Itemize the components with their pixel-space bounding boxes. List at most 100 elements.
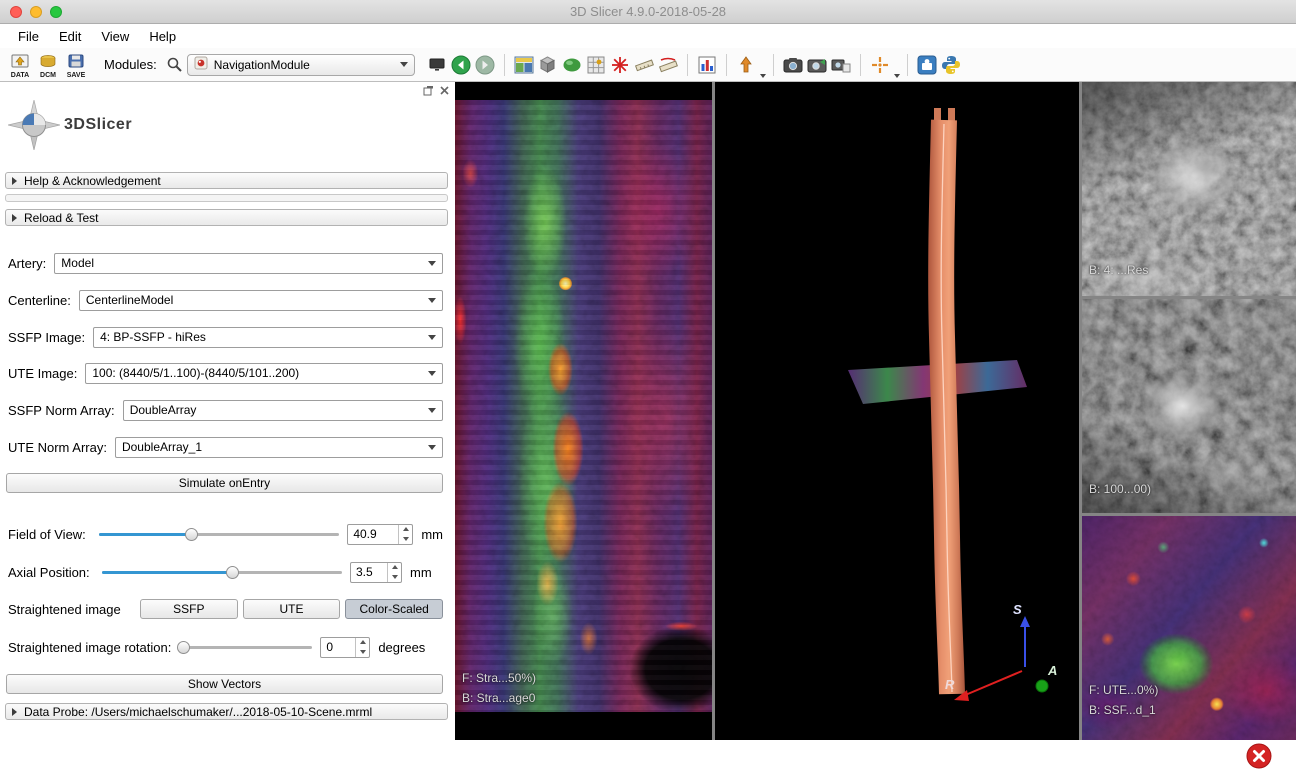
panel-undock-icon[interactable] xyxy=(423,85,434,96)
centerline-select[interactable]: CenterlineModel xyxy=(79,290,443,311)
annotation-ruler-button[interactable] xyxy=(656,54,680,76)
axial-spinbox[interactable]: 3.5 xyxy=(350,562,402,583)
fov-spinbox[interactable]: 40.9 xyxy=(347,524,413,545)
toolbar-separator xyxy=(726,54,727,76)
slice-grid-button[interactable] xyxy=(584,54,608,76)
save-button[interactable]: SAVE xyxy=(62,49,90,81)
minimize-window-button[interactable] xyxy=(30,6,42,18)
module-icon xyxy=(194,56,208,73)
artery-label: Artery: xyxy=(8,256,46,271)
layout-selector-button[interactable] xyxy=(512,54,536,76)
cube-view-button[interactable] xyxy=(536,54,560,76)
toolbar-separator xyxy=(687,54,688,76)
view-layout: F: Stra...50%) B: Stra...age0 xyxy=(455,82,1296,740)
module-panel-button[interactable] xyxy=(425,54,449,76)
error-close-button[interactable] xyxy=(1246,743,1272,769)
corner-line-f: F: UTE...0%) xyxy=(1089,680,1158,700)
status-bar xyxy=(0,740,1296,772)
ute-image-select[interactable]: 100: (8440/5/1..100)-(8440/5/101..200) xyxy=(85,363,443,384)
ssfp-image-label: SSFP Image: xyxy=(8,330,85,345)
reload-section-label: Reload & Test xyxy=(24,211,99,225)
ute-norm-select[interactable]: DoubleArray_1 xyxy=(115,437,443,458)
axis-r-label: R xyxy=(945,677,955,692)
rotation-unit: degrees xyxy=(378,640,425,655)
corner-annotation: F: UTE...0%) B: SSF...d_1 xyxy=(1089,680,1158,720)
artery-value: Model xyxy=(61,256,422,270)
ssfp-image-select[interactable]: 4: BP-SSFP - hiRes xyxy=(93,327,443,348)
ssfp-button[interactable]: SSFP xyxy=(140,599,238,619)
chevron-down-icon xyxy=(428,298,436,303)
rotation-spin-up[interactable] xyxy=(356,638,369,648)
history-forward-button[interactable] xyxy=(473,54,497,76)
transforms-button[interactable] xyxy=(734,49,766,81)
chart-button[interactable] xyxy=(695,54,719,76)
ssfp-norm-row: SSFP Norm Array: DoubleArray xyxy=(8,399,443,421)
history-back-button[interactable] xyxy=(449,54,473,76)
corner-line-b: B: SSF...d_1 xyxy=(1089,700,1158,720)
rotation-value: 0 xyxy=(321,638,355,657)
straightened-slice-view[interactable]: F: Stra...50%) B: Stra...age0 xyxy=(455,82,712,740)
axial-value: 3.5 xyxy=(351,563,387,582)
module-selector[interactable]: NavigationModule xyxy=(187,54,415,76)
close-window-button[interactable] xyxy=(10,6,22,18)
axial-slider[interactable] xyxy=(102,564,342,580)
python-console-button[interactable] xyxy=(939,54,963,76)
zoom-window-button[interactable] xyxy=(50,6,62,18)
slicer-logo: 3DSlicer xyxy=(8,100,132,150)
collapse-arrow-icon xyxy=(12,214,17,222)
scene-view-capture-button[interactable] xyxy=(805,54,829,76)
rotation-spin-down[interactable] xyxy=(356,647,369,657)
rotation-row: Straightened image rotation: 0 degrees xyxy=(8,635,443,659)
color-scaled-button[interactable]: Color-Scaled xyxy=(345,599,443,619)
toolbar-separator xyxy=(504,54,505,76)
right-top-slice-view[interactable]: B: 4: ...Res xyxy=(1082,82,1296,296)
axial-spin-down[interactable] xyxy=(388,572,401,582)
menu-item-file[interactable]: File xyxy=(8,29,49,44)
reload-section-bar[interactable]: Reload & Test xyxy=(5,209,448,226)
ute-button[interactable]: UTE xyxy=(243,599,341,619)
ruler-button[interactable] xyxy=(632,54,656,76)
screenshot-button[interactable] xyxy=(781,54,805,76)
straightened-image xyxy=(455,100,712,712)
simulate-onentry-button[interactable]: Simulate onEntry xyxy=(6,473,443,493)
panel-close-icon[interactable] xyxy=(439,85,450,96)
artery-row: Artery: Model xyxy=(8,252,443,274)
slicer-logo-text: 3DSlicer xyxy=(64,116,132,134)
artery-select[interactable]: Model xyxy=(54,253,443,274)
menu-item-edit[interactable]: Edit xyxy=(49,29,91,44)
data-probe-label: Data Probe: /Users/michaelschumaker/...2… xyxy=(24,705,372,719)
rotation-spinbox[interactable]: 0 xyxy=(320,637,370,658)
extensions-button[interactable] xyxy=(915,54,939,76)
crosshair-button[interactable] xyxy=(608,54,632,76)
menu-item-help[interactable]: Help xyxy=(139,29,186,44)
sphere-view-button[interactable] xyxy=(560,54,584,76)
ssfp-norm-select[interactable]: DoubleArray xyxy=(123,400,443,421)
chevron-down-icon xyxy=(760,74,766,78)
fov-slider-handle[interactable] xyxy=(185,528,198,541)
traffic-lights xyxy=(10,6,62,18)
window-titlebar: 3D Slicer 4.9.0-2018-05-28 xyxy=(0,0,1296,24)
fov-slider[interactable] xyxy=(99,526,339,542)
scene-view-restore-button[interactable] xyxy=(829,54,853,76)
fov-spin-down[interactable] xyxy=(399,534,412,544)
mouse-mode-button[interactable] xyxy=(868,49,900,81)
axial-slider-handle[interactable] xyxy=(226,566,239,579)
right-middle-slice-view[interactable]: B: 100...00) xyxy=(1082,299,1296,513)
ute-image-value: 100: (8440/5/1..100)-(8440/5/101..200) xyxy=(92,366,422,380)
window-title: 3D Slicer 4.9.0-2018-05-28 xyxy=(570,4,726,19)
help-section-bar[interactable]: Help & Acknowledgement xyxy=(5,172,448,189)
data-probe-bar[interactable]: Data Probe: /Users/michaelschumaker/...2… xyxy=(5,703,448,720)
load-data-icon xyxy=(8,50,32,72)
fov-spin-up[interactable] xyxy=(399,525,412,535)
right-bottom-slice-view[interactable]: F: UTE...0%) B: SSF...d_1 xyxy=(1082,516,1296,740)
axial-spin-up[interactable] xyxy=(388,563,401,573)
threed-view[interactable]: S R A xyxy=(715,82,1079,740)
module-search-button[interactable] xyxy=(163,54,187,76)
load-data-button[interactable]: DATA xyxy=(6,49,34,81)
main-toolbar: DATA DCM SAVE Modules: NavigationModule xyxy=(0,48,1296,82)
load-dicom-button[interactable]: DCM xyxy=(34,49,62,81)
menu-item-view[interactable]: View xyxy=(91,29,139,44)
rotation-slider-handle[interactable] xyxy=(177,641,190,654)
show-vectors-button[interactable]: Show Vectors xyxy=(6,674,443,694)
rotation-slider[interactable] xyxy=(179,639,312,655)
